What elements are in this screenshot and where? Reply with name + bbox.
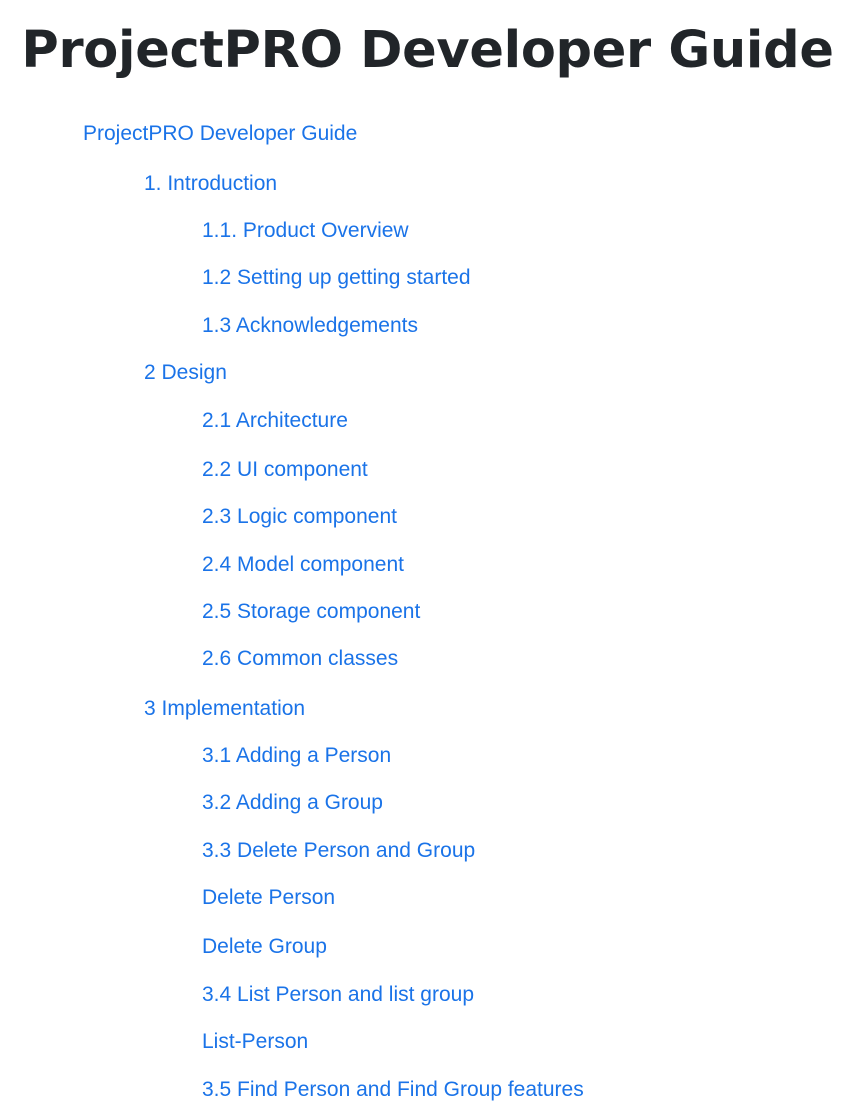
toc-link-list-person-group[interactable]: 3.4 List Person and list group bbox=[202, 981, 474, 1009]
toc-link-product-overview[interactable]: 1.1. Product Overview bbox=[202, 217, 409, 245]
toc-link-adding-person[interactable]: 3.1 Adding a Person bbox=[202, 742, 391, 770]
toc-link-design[interactable]: 2 Design bbox=[144, 359, 227, 387]
toc-link-storage-component[interactable]: 2.5 Storage component bbox=[202, 598, 420, 626]
toc-link-introduction[interactable]: 1. Introduction bbox=[144, 170, 277, 198]
toc-link-find-person-group[interactable]: 3.5 Find Person and Find Group features bbox=[202, 1076, 584, 1104]
toc-link-logic-component[interactable]: 2.3 Logic component bbox=[202, 503, 397, 531]
page-title: ProjectPRO Developer Guide bbox=[21, 21, 834, 80]
toc-link-adding-group[interactable]: 3.2 Adding a Group bbox=[202, 789, 383, 817]
toc-link-architecture[interactable]: 2.1 Architecture bbox=[202, 407, 348, 435]
toc-link-ui-component[interactable]: 2.2 UI component bbox=[202, 456, 368, 484]
toc-link-delete-group[interactable]: Delete Group bbox=[202, 933, 327, 961]
toc-link-model-component[interactable]: 2.4 Model component bbox=[202, 551, 404, 579]
toc-link-common-classes[interactable]: 2.6 Common classes bbox=[202, 645, 398, 673]
toc-link-guide[interactable]: ProjectPRO Developer Guide bbox=[83, 120, 357, 148]
toc-link-acknowledgements[interactable]: 1.3 Acknowledgements bbox=[202, 312, 418, 340]
toc-link-delete-person-group[interactable]: 3.3 Delete Person and Group bbox=[202, 837, 475, 865]
toc-link-setting-up[interactable]: 1.2 Setting up getting started bbox=[202, 264, 471, 292]
toc-link-implementation[interactable]: 3 Implementation bbox=[144, 695, 305, 723]
toc-link-delete-person[interactable]: Delete Person bbox=[202, 884, 335, 912]
toc-link-list-person[interactable]: List-Person bbox=[202, 1028, 308, 1056]
